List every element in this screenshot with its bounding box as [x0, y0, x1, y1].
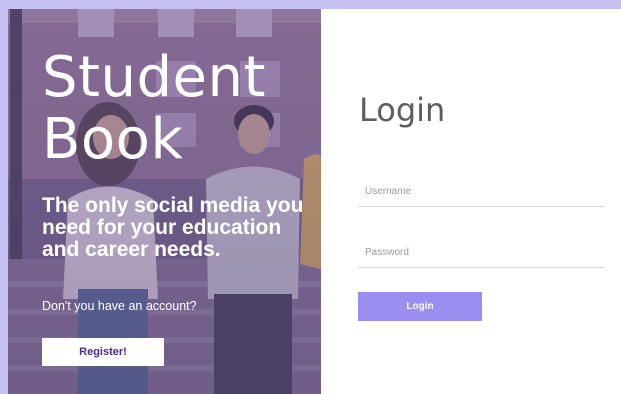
app-title: Student Book	[42, 47, 266, 171]
hero-panel: Student Book The only social media you n…	[8, 9, 321, 394]
register-prompt: Don't you have an account?	[42, 299, 197, 313]
tagline: The only social media you need for your …	[42, 194, 304, 261]
login-card: Student Book The only social media you n…	[8, 9, 621, 394]
register-button[interactable]: Register!	[42, 338, 164, 366]
hero-content: Student Book The only social media you n…	[8, 9, 321, 394]
app-title-line-2: Book	[42, 107, 184, 172]
login-title: Login	[359, 91, 446, 129]
login-panel: Login Login	[321, 9, 621, 394]
app-title-line-1: Student	[42, 45, 266, 110]
password-input[interactable]	[358, 238, 605, 268]
username-input[interactable]	[358, 177, 605, 207]
login-button[interactable]: Login	[358, 292, 482, 321]
